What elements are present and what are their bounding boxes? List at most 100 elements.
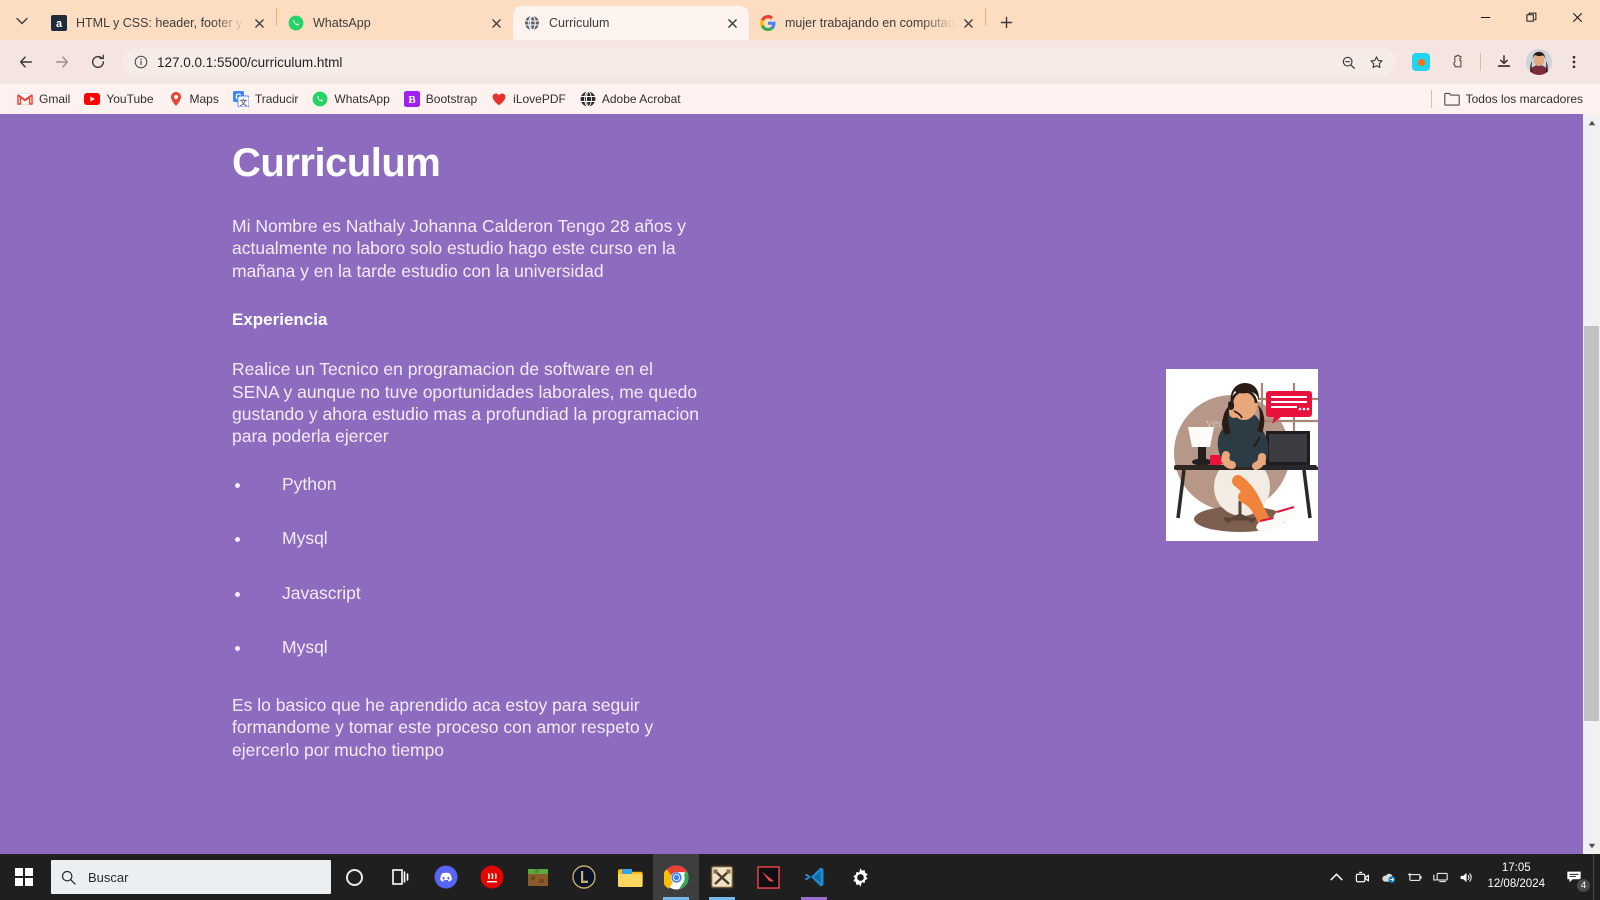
profile-avatar[interactable]: [1526, 49, 1552, 75]
extension-color-icon[interactable]: [1406, 47, 1436, 77]
tab-whatsapp[interactable]: WhatsApp: [277, 6, 513, 40]
address-bar[interactable]: 127.0.0.1:5500/curriculum.html: [123, 47, 1396, 77]
info-icon[interactable]: [129, 50, 153, 74]
onedrive-icon[interactable]: [1375, 854, 1401, 900]
back-arrow-icon[interactable]: [11, 47, 41, 77]
chevron-up-icon[interactable]: [1323, 854, 1349, 900]
windows-start-icon[interactable]: [0, 854, 48, 900]
bookmark-label: WhatsApp: [334, 92, 390, 106]
whatsapp-icon: [288, 15, 304, 31]
file-explorer-icon[interactable]: [607, 854, 653, 900]
search-input[interactable]: Buscar: [51, 860, 331, 894]
bookmark-label: YouTube: [106, 92, 154, 106]
scroll-up-arrow-icon[interactable]: [1583, 114, 1600, 131]
intro-paragraph: Mi Nombre es Nathaly Johanna Calderon Te…: [232, 216, 686, 281]
league-of-legends-icon[interactable]: [561, 854, 607, 900]
minimize-button[interactable]: [1462, 0, 1508, 34]
page-viewport: Curriculum Mi Nombre es Nathaly Johanna …: [0, 114, 1600, 854]
new-tab-button[interactable]: [992, 8, 1020, 36]
clock-time: 17:05: [1501, 862, 1531, 875]
bookmark-gmail[interactable]: Gmail: [10, 88, 77, 110]
chrome-icon[interactable]: [653, 854, 699, 900]
tab-close-icon[interactable]: [250, 14, 268, 32]
svg-text:B: B: [408, 94, 416, 106]
bookmark-maps[interactable]: Maps: [161, 88, 226, 110]
scroll-down-arrow-icon[interactable]: [1583, 837, 1600, 854]
gear-icon[interactable]: [837, 854, 883, 900]
wow-icon[interactable]: [699, 854, 745, 900]
puzzle-icon[interactable]: [1442, 47, 1472, 77]
list-item: Mysql: [232, 530, 702, 548]
reload-icon[interactable]: [83, 47, 113, 77]
clock[interactable]: 17:05 12/08/2024: [1479, 854, 1555, 900]
browser-toolbar: 127.0.0.1:5500/curriculum.html: [0, 40, 1600, 84]
tab-close-icon[interactable]: [959, 14, 977, 32]
all-bookmarks-label: Todos los marcadores: [1465, 92, 1583, 106]
bookmark-traducir[interactable]: G文 Traducir: [226, 88, 306, 110]
svg-text:文: 文: [240, 97, 248, 107]
scrollbar-track[interactable]: [1583, 131, 1600, 837]
bookmark-ilovepdf[interactable]: iLovePDF: [484, 88, 573, 110]
battery-icon[interactable]: [1401, 854, 1427, 900]
tab-google-search[interactable]: mujer trabajando en computad: [749, 6, 985, 40]
google-translate-icon: G文: [232, 91, 249, 107]
network-display-icon[interactable]: [1427, 854, 1453, 900]
web-page-content: Curriculum Mi Nombre es Nathaly Johanna …: [0, 114, 1583, 854]
experience-paragraph: Realice un Tecnico en programacion de so…: [232, 359, 699, 447]
bookmark-whatsapp[interactable]: WhatsApp: [305, 88, 396, 110]
maximize-restore-button[interactable]: [1508, 0, 1554, 34]
toolbar-separator: [1480, 53, 1481, 71]
tab-title: Curriculum: [549, 16, 610, 30]
bookmarks-separator: [1430, 90, 1432, 108]
vscode-icon[interactable]: [791, 854, 837, 900]
system-tray: 17:05 12/08/2024 4: [1323, 854, 1600, 900]
globe-icon: [524, 15, 540, 31]
adobe-acrobat-icon: [580, 91, 596, 107]
download-icon[interactable]: [1489, 47, 1519, 77]
youtube-icon: [84, 91, 101, 107]
tab-close-icon[interactable]: [487, 14, 505, 32]
gmail-icon: [17, 91, 33, 107]
whatsapp-icon: [312, 91, 328, 107]
working-woman-illustration: vector vector: [1166, 369, 1318, 541]
tab-title: mujer trabajando en computad: [785, 16, 955, 30]
bookmark-label: Traducir: [254, 92, 299, 106]
task-view-icon[interactable]: [377, 854, 423, 900]
tab-close-icon[interactable]: [723, 14, 741, 32]
taskbar-app-icons: [377, 854, 883, 900]
forward-arrow-icon[interactable]: [47, 47, 77, 77]
camera-icon[interactable]: [1349, 854, 1375, 900]
curriculum-content: Curriculum Mi Nombre es Nathaly Johanna …: [232, 141, 702, 789]
notification-icon[interactable]: 4: [1555, 854, 1593, 900]
bookmark-label: Maps: [189, 92, 219, 106]
wild-rift-icon[interactable]: [469, 854, 515, 900]
section-title-experiencia: Experiencia: [232, 310, 328, 330]
bookmark-label: Gmail: [39, 92, 71, 106]
search-icon: [61, 870, 76, 885]
minecraft-icon[interactable]: [515, 854, 561, 900]
tab-search-icon[interactable]: [8, 7, 36, 35]
clock-date: 12/08/2024: [1487, 878, 1545, 890]
discord-icon[interactable]: [423, 854, 469, 900]
valorant-icon[interactable]: [745, 854, 791, 900]
closing-paragraph: Es lo basico que he aprendido aca estoy …: [232, 694, 654, 760]
window-controls: [1462, 0, 1600, 34]
zoom-out-icon[interactable]: [1335, 49, 1361, 75]
bookmark-adobe-acrobat[interactable]: Adobe Acrobat: [573, 88, 688, 110]
volume-icon[interactable]: [1453, 854, 1479, 900]
tab-title: HTML y CSS: header, footer y va: [76, 16, 246, 30]
tab-html-css[interactable]: a HTML y CSS: header, footer y va: [40, 6, 276, 40]
scrollbar-thumb[interactable]: [1584, 326, 1599, 721]
page-scrollbar[interactable]: [1583, 114, 1600, 854]
close-button[interactable]: [1554, 0, 1600, 34]
bookmark-bootstrap[interactable]: B Bootstrap: [397, 88, 484, 110]
star-icon[interactable]: [1363, 49, 1389, 75]
bootstrap-icon: B: [403, 91, 420, 107]
bookmark-youtube[interactable]: YouTube: [77, 88, 160, 110]
cortana-icon[interactable]: [331, 854, 377, 900]
all-bookmarks-button[interactable]: Todos los marcadores: [1437, 88, 1590, 110]
three-dot-menu-icon[interactable]: [1559, 47, 1589, 77]
show-desktop-button[interactable]: [1593, 854, 1600, 900]
tab-curriculum[interactable]: Curriculum: [513, 6, 749, 40]
chrome-browser-window: a HTML y CSS: header, footer y va WhatsA…: [0, 0, 1600, 854]
